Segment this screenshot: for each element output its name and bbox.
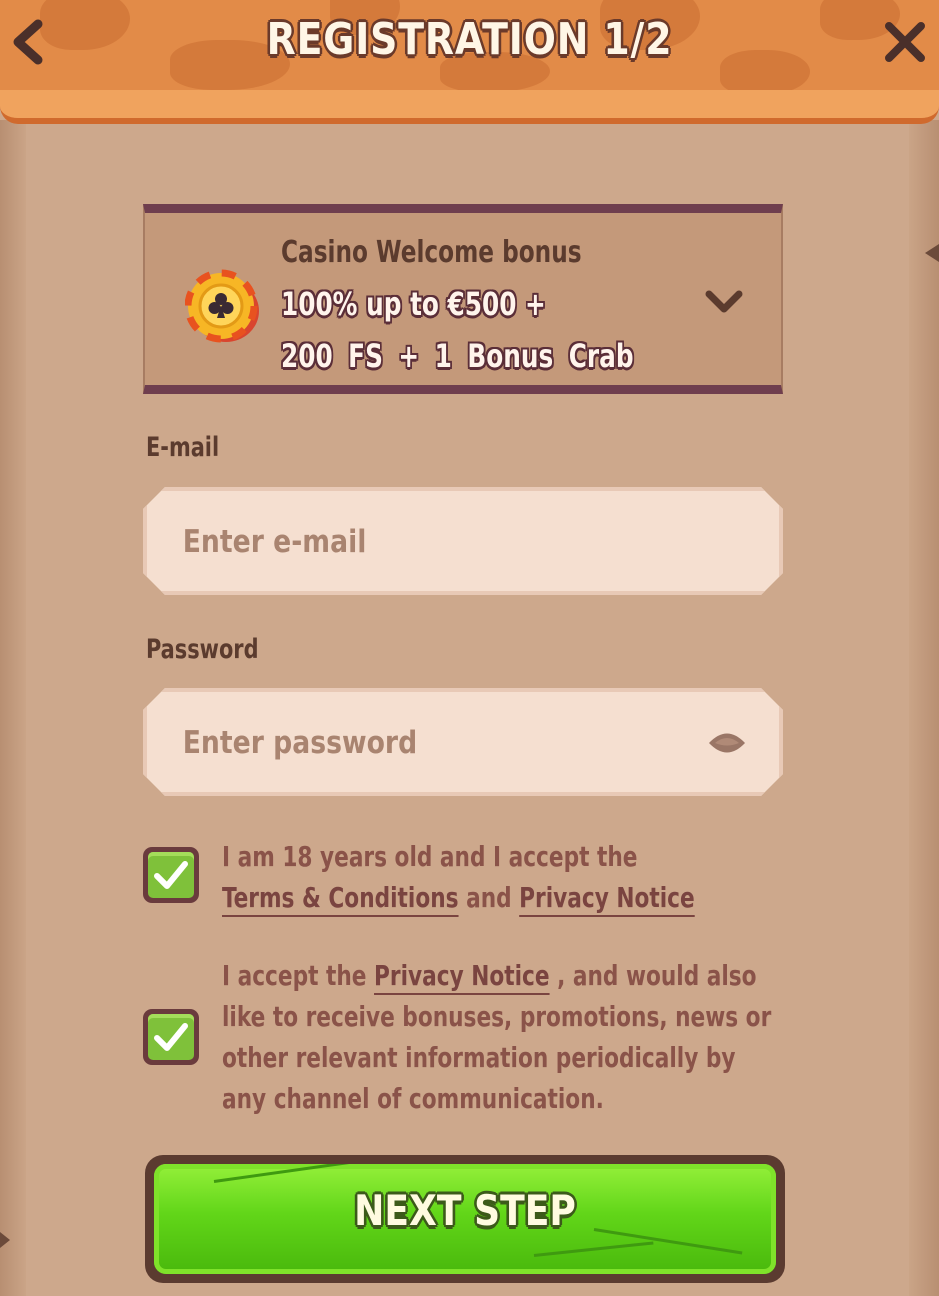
privacy-notice-link-2[interactable]: Privacy Notice — [374, 959, 550, 992]
privacy-notice-link[interactable]: Privacy Notice — [519, 881, 695, 914]
side-arrow-right — [925, 244, 939, 262]
email-field-wrapper — [143, 487, 783, 595]
age-terms-and: and — [466, 881, 512, 914]
close-button[interactable] — [879, 16, 931, 68]
bonus-title: Casino Welcome bonus — [281, 235, 582, 270]
eye-icon[interactable] — [707, 728, 747, 758]
age-terms-intro: I am 18 years old and I accept the — [222, 840, 638, 873]
age-terms-text: I am 18 years old and I accept the Terms… — [222, 836, 772, 918]
back-button[interactable] — [4, 16, 56, 68]
header-bar: REGISTRATION 1/2 — [0, 0, 939, 124]
next-step-label: NEXT STEP — [354, 1186, 576, 1235]
page-title: REGISTRATION 1/2 — [266, 14, 673, 65]
password-label: Password — [146, 634, 259, 665]
age-terms-checkbox[interactable] — [143, 847, 199, 903]
chevron-left-icon — [13, 19, 43, 65]
panel-right-edge — [909, 120, 939, 1296]
email-field[interactable] — [181, 491, 614, 593]
panel-left-edge — [0, 120, 26, 1296]
checkmark-icon — [154, 1023, 188, 1051]
terms-link[interactable]: Terms & Conditions — [222, 881, 459, 914]
marketing-consent-checkbox[interactable] — [143, 1009, 199, 1065]
welcome-bonus-selector[interactable]: Casino Welcome bonus 100% up to €500 + 2… — [143, 204, 783, 394]
side-arrow-left — [0, 1232, 10, 1248]
bonus-offer-line-1: 100% up to €500 + — [281, 285, 546, 323]
password-field[interactable] — [181, 692, 614, 794]
marketing-consent-text: I accept the Privacy Notice , and would … — [222, 955, 772, 1119]
password-field-wrapper — [143, 688, 783, 796]
casino-chip-icon — [185, 269, 259, 343]
next-step-button[interactable]: NEXT STEP — [145, 1155, 785, 1283]
bonus-offer-line-2: 200 FS + 1 Bonus Crab — [281, 337, 634, 375]
marketing-intro: I accept the — [222, 959, 367, 992]
chevron-down-icon[interactable] — [703, 281, 745, 323]
email-label: E-mail — [146, 432, 220, 463]
checkmark-icon — [154, 861, 188, 889]
close-icon — [885, 22, 925, 62]
